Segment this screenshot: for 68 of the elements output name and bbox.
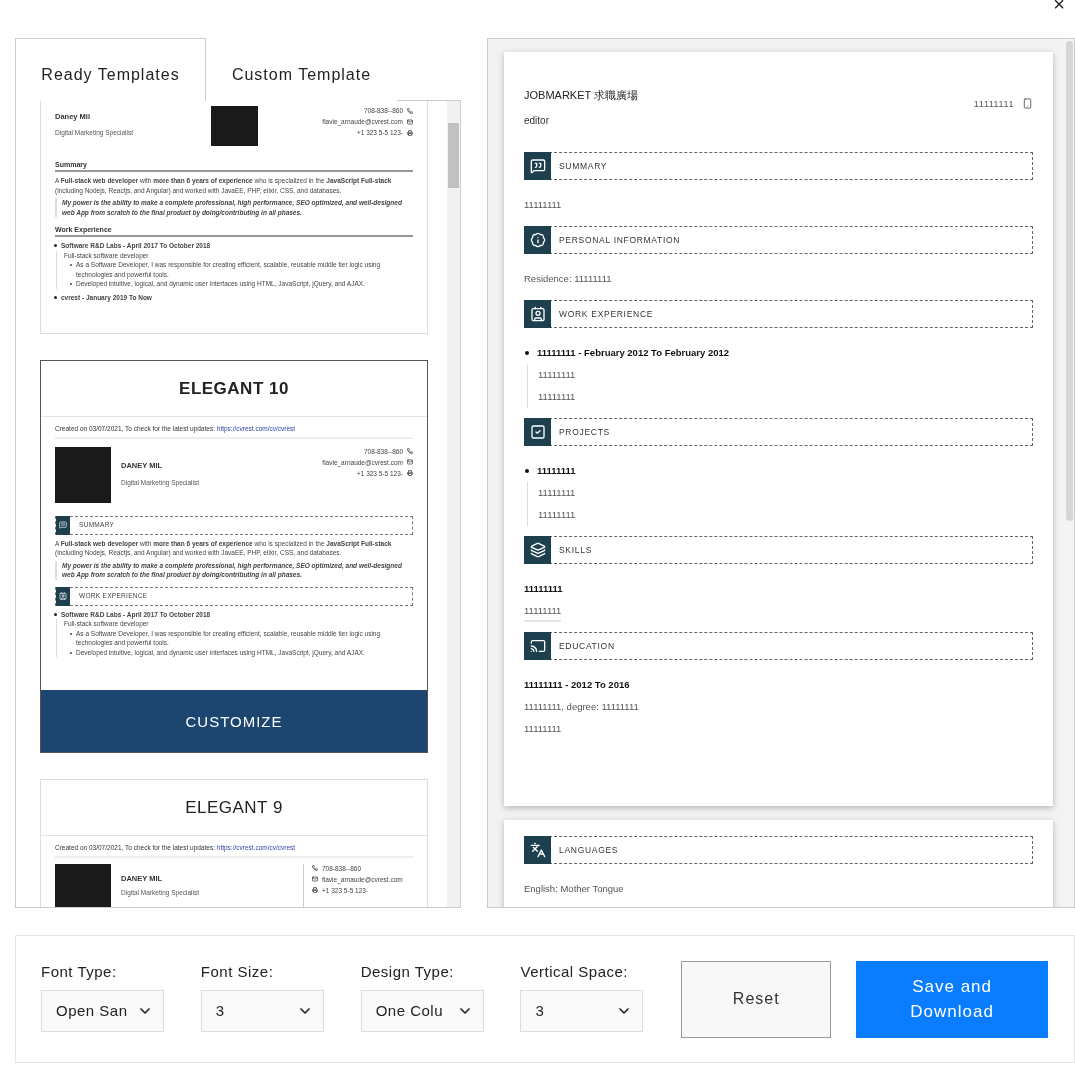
entry-text: 11111111 [524,198,563,212]
dropdown[interactable]: 3 [520,989,644,1032]
entry-heading: 11111111 [537,464,576,478]
resume-role: editor [524,115,550,126]
skill-level: 11111111 [524,602,562,622]
entry-text: 11111111 [538,486,577,500]
bullet-icon [54,295,57,299]
section-heading: SKILLS [558,545,593,555]
screen-icon [529,638,546,654]
reset-button[interactable]: Reset [681,960,832,1038]
printer-icon [407,129,413,136]
section-heading: LANGUAGES [558,845,619,855]
section-heading: SUMMARY [558,161,608,171]
phone-icon [407,448,413,454]
entry-text: 11111111, degree: 11111111 [524,700,640,714]
dropdown[interactable]: Open San [41,989,164,1032]
entry-text: 11111111 [538,508,577,522]
quote-bubble-icon [59,521,67,529]
field-label: Design Type: [360,962,455,980]
photo-placeholder [55,446,111,503]
mail-icon [407,459,413,465]
entry-text: 11111111 [538,368,577,382]
template-title: ELEGANT 9 [41,780,427,836]
bullet-icon [525,351,529,355]
save-button[interactable]: Save and Download [856,960,1048,1038]
cards-icon [529,542,546,558]
phone-icon [312,865,318,871]
mail-icon [312,876,318,882]
photo-placeholder [55,863,111,907]
entry-heading: 11111111 - 2012 To 2016 [524,678,631,692]
scrollbar[interactable] [447,101,460,907]
dropdown[interactable]: 3 [200,989,324,1032]
entry-text: 11111111 [524,722,563,736]
bullet-icon [54,244,57,248]
field-label: Vertical Space: [520,962,630,980]
customize-button[interactable]: CUSTOMIZE [41,690,427,752]
entry-text: Residence: 11111111 [524,272,613,286]
bullet-icon [54,612,57,616]
field-label: Font Size: [200,962,275,980]
printer-icon [407,470,413,476]
phone-icon [1022,98,1033,109]
mail-icon [407,118,413,125]
translate-icon [529,842,546,858]
close-button[interactable]: × [1051,0,1067,10]
photo-placeholder [210,106,258,146]
dropdown[interactable]: One Colu [360,989,484,1032]
info-badge-icon [529,232,546,248]
resume-name: JOBMARKET 求職廣場 [524,88,639,103]
phone-icon [407,107,413,114]
checkbox-icon [529,424,546,440]
section-heading: WORK EXPERIENCE [558,309,654,319]
field-label: Font Type: [41,962,118,980]
tab[interactable]: Ready Templates [15,38,206,101]
skill-name: 11111111 [524,582,564,596]
section-heading: PROJECTS [558,427,610,437]
template-title: ELEGANT 10 [41,361,427,417]
template-card[interactable] [40,360,428,753]
quote-bubble-icon [529,158,546,174]
section-heading: PERSONAL INFORMATION [558,235,681,245]
entry-text: 11111111 [538,390,577,404]
entry-text: English: Mother Tongue [524,882,625,896]
id-badge-icon [59,592,67,600]
printer-icon [312,887,318,893]
bullet-icon [525,469,529,473]
entry-heading: 11111111 - February 2012 To February 2012 [537,346,730,360]
contact-text: 11111111 [973,98,1014,109]
section-heading: EDUCATION [558,641,615,651]
id-badge-icon [529,306,546,322]
